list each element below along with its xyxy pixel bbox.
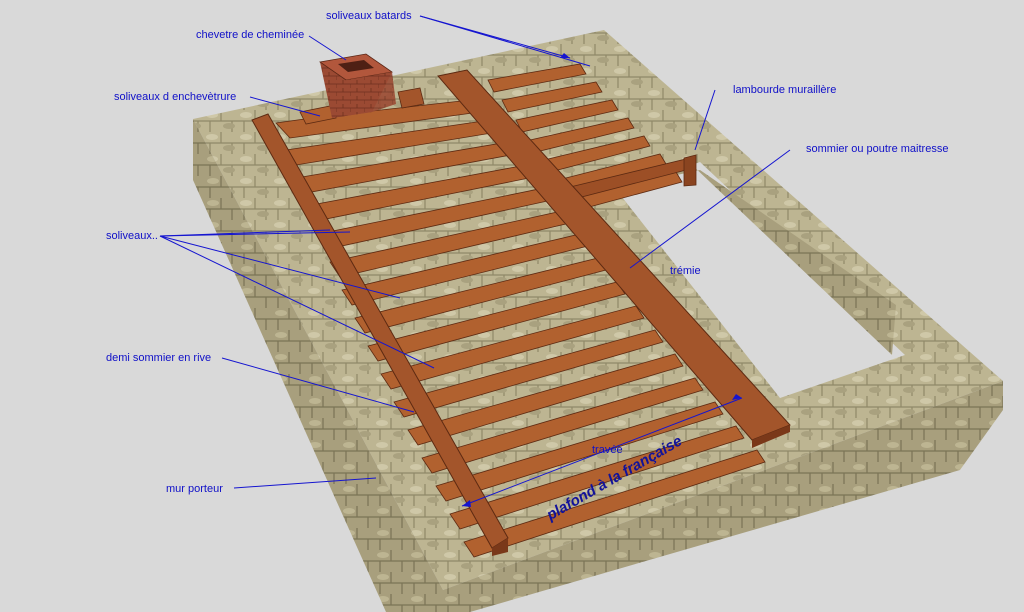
label-lambourde: lambourde muraillère [733,84,837,96]
label-soliveaux: soliveaux.. [106,230,158,242]
label-soliveaux-batards: soliveaux batards [326,10,412,22]
label-demi-sommier: demi sommier en rive [106,352,212,364]
diagram-canvas: soliveaux batards chevetre de cheminée s… [0,0,1024,612]
lambourde-end [683,154,697,187]
label-soliveaux-enchevetrure: soliveaux d enchevètrure [114,91,237,103]
label-travee: travée [592,444,623,456]
label-mur-porteur: mur porteur [166,483,223,495]
chevetre-beam [397,87,425,109]
label-chevetre: chevetre de cheminée [196,29,305,41]
label-sommier: sommier ou poutre maitresse [806,143,949,155]
label-tremie: trémie [670,265,701,277]
